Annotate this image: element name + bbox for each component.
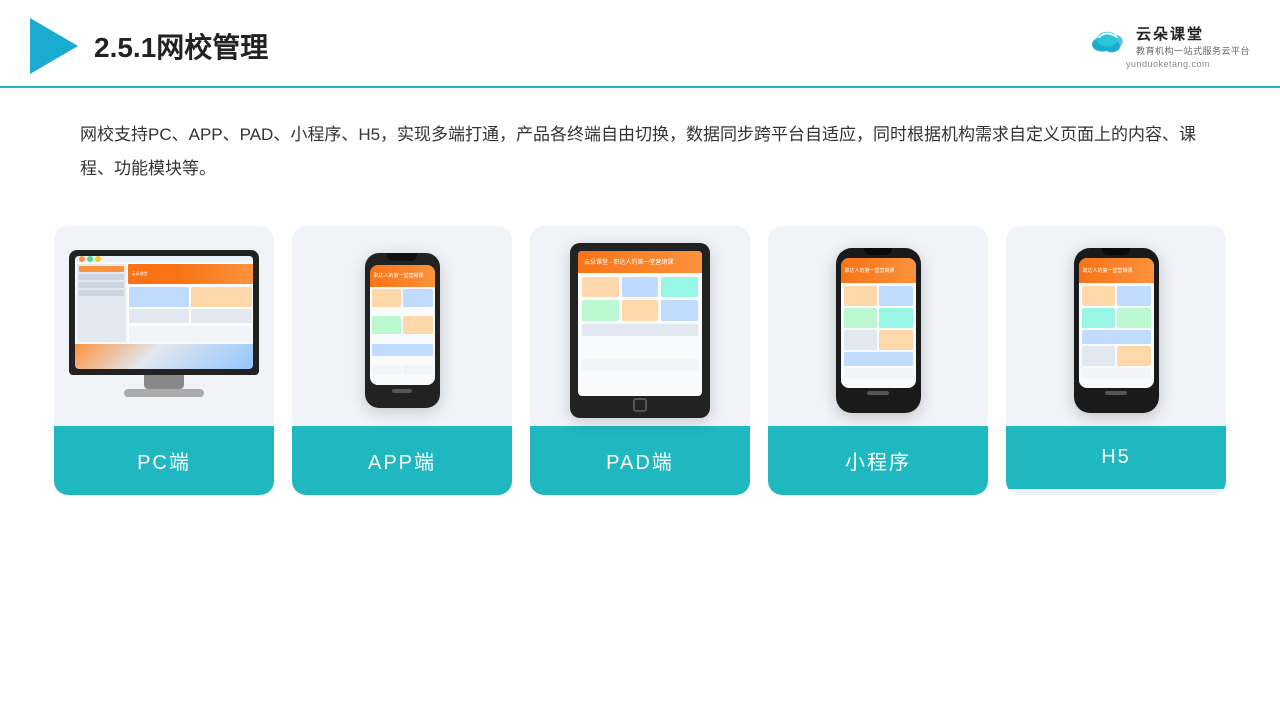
card-miniapp-image: 职达人的第一堂营销课 xyxy=(768,226,988,426)
card-pad: 云朵课堂 - 职达人的第一堂营销课 PAD端 xyxy=(530,226,750,495)
card-h5-image: 职达人的第一堂营销课 xyxy=(1006,226,1226,426)
mini-phone-screen-h5: 职达人的第一堂营销课 xyxy=(1079,258,1154,388)
mini-phone-notch-h5 xyxy=(1102,248,1130,255)
phone-home-btn xyxy=(392,389,412,393)
card-app-image: 职达人的第一堂营销课 xyxy=(292,226,512,426)
card-pc: 云朵课堂 xyxy=(54,226,274,495)
card-pc-label: PC端 xyxy=(54,426,274,495)
logo-triangle-icon xyxy=(30,18,78,74)
mini-phone-screen: 职达人的第一堂营销课 xyxy=(841,258,916,388)
description: 网校支持PC、APP、PAD、小程序、H5，实现多端打通，产品各终端自由切换，数… xyxy=(0,88,1280,196)
tablet-mockup: 云朵课堂 - 职达人的第一堂营销课 xyxy=(570,243,710,418)
tablet-home-btn xyxy=(633,398,647,412)
mini-phone-bottom xyxy=(867,391,889,395)
card-h5: 职达人的第一堂营销课 H5 xyxy=(1006,226,1226,495)
card-pad-label: PAD端 xyxy=(530,426,750,495)
mini-phone-bottom-h5 xyxy=(1105,391,1127,395)
phone-screen: 职达人的第一堂营销课 xyxy=(370,265,435,385)
brand-sub: 教育机构一站式服务云平台 xyxy=(1136,44,1250,57)
card-app-label: APP端 xyxy=(292,426,512,495)
header-left: 2.5.1网校管理 xyxy=(30,18,268,74)
mini-phone-notch xyxy=(864,248,892,255)
monitor-base xyxy=(124,389,204,397)
tablet-screen: 云朵课堂 - 职达人的第一堂营销课 xyxy=(578,251,702,396)
mini-phone-mockup-h5: 职达人的第一堂营销课 xyxy=(1074,248,1159,413)
description-text: 网校支持PC、APP、PAD、小程序、H5，实现多端打通，产品各终端自由切换，数… xyxy=(80,118,1200,186)
monitor-body: 云朵课堂 xyxy=(69,250,259,375)
brand-url: yunduoketang.com xyxy=(1126,59,1210,69)
card-pad-image: 云朵课堂 - 职达人的第一堂营销课 xyxy=(530,226,750,426)
mini-phone-mockup-miniapp: 职达人的第一堂营销课 xyxy=(836,248,921,413)
pc-mockup: 云朵课堂 xyxy=(69,250,259,410)
card-pc-image: 云朵课堂 xyxy=(54,226,274,426)
phone-mockup-app: 职达人的第一堂营销课 xyxy=(365,253,440,408)
card-h5-label: H5 xyxy=(1006,426,1226,489)
cards-section: 云朵课堂 xyxy=(0,196,1280,525)
header-right: 云朵课堂 教育机构一站式服务云平台 yunduoketang.com xyxy=(1086,23,1250,69)
cloud-icon xyxy=(1086,24,1130,56)
phone-notch xyxy=(387,253,417,261)
card-app: 职达人的第一堂营销课 APP端 xyxy=(292,226,512,495)
monitor-screen: 云朵课堂 xyxy=(75,256,253,369)
monitor-stand xyxy=(144,375,184,389)
card-miniapp: 职达人的第一堂营销课 小程序 xyxy=(768,226,988,495)
brand-text: 云朵课堂 教育机构一站式服务云平台 xyxy=(1136,23,1250,57)
header: 2.5.1网校管理 云朵课堂 教育机构一站式服务云平台 yunduoketang… xyxy=(0,0,1280,88)
card-miniapp-label: 小程序 xyxy=(768,426,988,495)
brand-name: 云朵课堂 xyxy=(1136,23,1204,44)
brand-logo: 云朵课堂 教育机构一站式服务云平台 xyxy=(1086,23,1250,57)
page-title: 2.5.1网校管理 xyxy=(94,26,268,66)
